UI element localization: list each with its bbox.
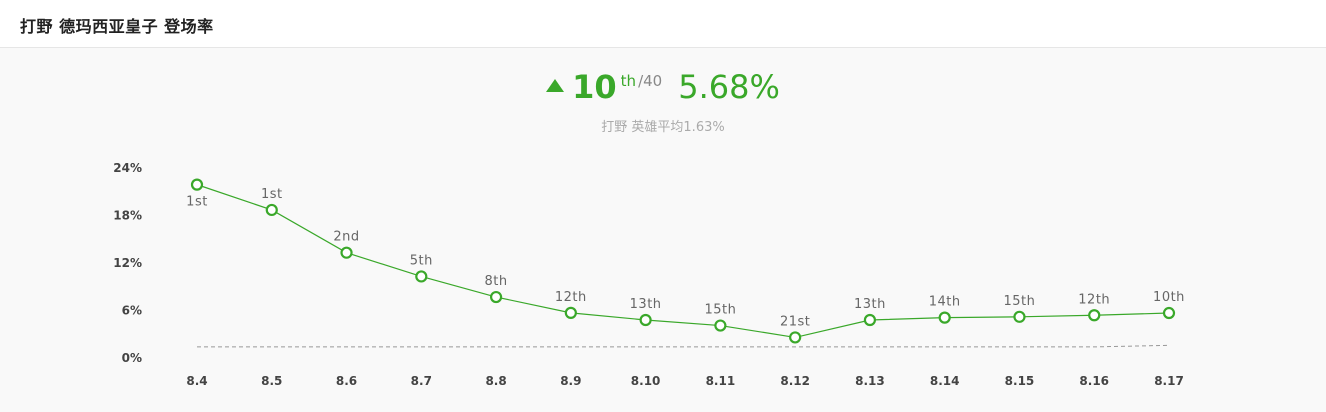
x-tick-label: 8.14 xyxy=(930,374,960,388)
rank-label: 15th xyxy=(704,303,736,318)
data-point xyxy=(265,203,278,217)
data-point xyxy=(340,246,353,259)
x-tick-label: 8.9 xyxy=(560,374,581,388)
rank-label: 13th xyxy=(630,297,662,312)
x-tick-label: 8.15 xyxy=(1005,374,1035,388)
data-point xyxy=(789,331,802,344)
average-line xyxy=(197,344,1170,348)
rank-label: 12th xyxy=(555,290,587,305)
pick-rate-chart: 24% 18% 12% 6% 0% 8.4 8.5 8.6 8.7 8.8 8.9 8.10 8.11 8… xyxy=(113,161,1185,388)
pick-rate-value: 5.68% xyxy=(678,68,780,106)
y-tick-label: 6% xyxy=(122,304,142,318)
x-tick-label: 8.6 xyxy=(336,374,357,388)
y-tick-label: 24% xyxy=(113,161,142,175)
rank-label: 5th xyxy=(410,253,433,268)
rank-label: 2nd xyxy=(333,230,359,245)
header: 打野 德玛西亚皇子 登场率 xyxy=(0,0,1326,48)
rank-label: 13th xyxy=(854,297,886,312)
data-point xyxy=(564,306,577,319)
data-point xyxy=(1162,306,1176,320)
x-tick-label: 8.12 xyxy=(780,374,810,388)
data-point xyxy=(714,319,727,332)
stats-summary: 10th/40 5.68% xyxy=(0,68,1326,108)
rank-total: /40 xyxy=(638,72,663,90)
data-point xyxy=(1013,310,1026,323)
x-tick-label: 8.11 xyxy=(706,374,736,388)
data-point xyxy=(415,270,428,283)
data-point xyxy=(639,313,652,327)
data-point xyxy=(938,311,951,324)
x-tick-label: 8.16 xyxy=(1079,374,1109,388)
x-tick-label: 8.8 xyxy=(485,374,506,388)
rank-label: 21st xyxy=(780,314,810,329)
x-tick-label: 8.10 xyxy=(631,374,661,388)
x-tick-label: 8.5 xyxy=(261,374,282,388)
x-tick-label: 8.7 xyxy=(411,374,432,388)
data-point xyxy=(863,313,877,327)
page-title: 打野 德玛西亚皇子 登场率 xyxy=(20,17,214,36)
x-tick-label: 8.17 xyxy=(1154,374,1184,388)
rank-label: 10th xyxy=(1153,290,1185,305)
rank-label: 1st xyxy=(261,187,283,202)
role-average-text: 打野 英雄平均1.63% xyxy=(601,120,725,135)
rank-suffix: th xyxy=(620,72,637,90)
rank-label: 14th xyxy=(929,295,961,310)
data-point xyxy=(1088,309,1101,322)
x-tick-label: 8.4 xyxy=(186,374,207,388)
rank-value: 10 xyxy=(572,68,617,106)
rank-label: 12th xyxy=(1078,292,1110,307)
data-point xyxy=(489,290,503,304)
x-tick-label: 8.13 xyxy=(855,374,885,388)
triangle-up-icon xyxy=(546,79,565,92)
rank-label: 1st xyxy=(186,195,208,210)
data-point xyxy=(190,178,204,191)
y-tick-label: 0% xyxy=(122,351,142,365)
y-tick-label: 18% xyxy=(113,209,142,223)
rank-label: 15th xyxy=(1004,294,1036,309)
rank-label: 8th xyxy=(485,274,508,289)
y-tick-label: 12% xyxy=(113,256,142,270)
